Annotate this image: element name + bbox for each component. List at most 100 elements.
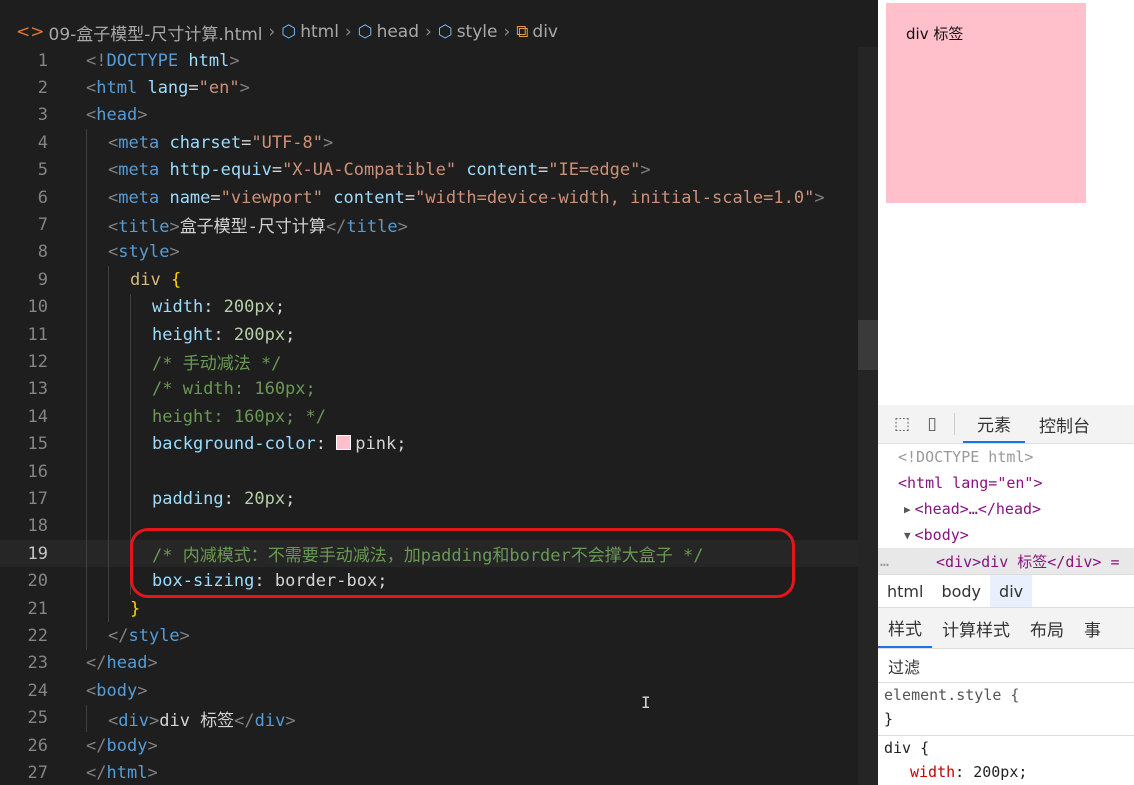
code-line[interactable]: 23 </head> (0, 650, 878, 677)
line-number[interactable]: 10 (0, 297, 48, 317)
line-number[interactable]: 18 (0, 516, 48, 536)
line-number[interactable]: 24 (0, 681, 48, 701)
code-line[interactable]: 9 div { (0, 266, 878, 293)
inspect-element-icon[interactable]: ⬚ (890, 413, 914, 435)
code-token: pink (355, 434, 397, 455)
code-line[interactable]: 1 <!DOCTYPE html> (0, 47, 878, 74)
device-toggle-icon[interactable]: ▯ (920, 413, 944, 435)
crumb-div[interactable]: div (990, 575, 1033, 607)
dom-div[interactable]: … <div>div 标签</div> = (878, 548, 1134, 574)
prop-value[interactable]: 200px; (973, 763, 1027, 781)
line-number[interactable]: 4 (0, 133, 48, 153)
code-line[interactable]: 10 width: 200px; (0, 294, 878, 321)
line-number[interactable]: 13 (0, 379, 48, 399)
line-number[interactable]: 5 (0, 160, 48, 180)
code-token: = (404, 187, 416, 208)
breadcrumb-item-head[interactable]: ⬡ head (358, 22, 419, 42)
style-rules: element.style { } div { width: 200px; (878, 683, 1134, 784)
code-line[interactable]: 24 <body> (0, 677, 878, 704)
code-editor[interactable]: <> 09-盒子模型-尺寸计算.html › ⬡ html › ⬡ head ›… (0, 0, 878, 785)
crumb-body[interactable]: body (932, 575, 990, 607)
line-number[interactable]: 3 (0, 105, 48, 125)
code-token: padding (152, 488, 224, 509)
line-number[interactable]: 9 (0, 270, 48, 290)
tab-layout[interactable]: 布局 (1020, 608, 1074, 648)
code-line[interactable]: 22 </style> (0, 622, 878, 649)
code-line[interactable]: 16 (0, 458, 878, 485)
line-number[interactable]: 23 (0, 653, 48, 673)
rule-div-open[interactable]: div { (878, 735, 1134, 760)
tab-event-listeners[interactable]: 事 (1074, 608, 1111, 648)
tab-styles[interactable]: 样式 (878, 608, 932, 648)
code-line[interactable]: 26 </body> (0, 732, 878, 759)
line-number[interactable]: 7 (0, 215, 48, 235)
dom-html[interactable]: <html lang="en"> (878, 470, 1134, 496)
text-cursor-icon: I (641, 693, 651, 712)
code-token: name (169, 187, 211, 208)
triangle-down-icon[interactable]: ▼ (904, 529, 911, 542)
rule-width[interactable]: width: 200px; (884, 760, 1134, 784)
line-number[interactable]: 27 (0, 763, 48, 783)
styles-filter-input[interactable]: 过滤 (878, 649, 1134, 683)
code-line[interactable]: 27 </html> (0, 759, 878, 785)
code-line[interactable]: 5 <meta http-equiv="X-UA-Compatible" cont… (0, 157, 878, 184)
preview-div-box[interactable]: div 标签 (886, 3, 1086, 203)
chevron-right-icon: › (268, 22, 276, 42)
editor-scrollbar[interactable] (858, 47, 878, 785)
code-line[interactable]: 13 /* width: 160px; (0, 376, 878, 403)
code-line[interactable]: 21} (0, 595, 878, 622)
line-number[interactable]: 15 (0, 434, 48, 454)
line-number[interactable]: 16 (0, 462, 48, 482)
color-swatch-icon[interactable] (336, 435, 352, 451)
code-token: = (537, 160, 549, 181)
code-line[interactable]: 2 <html lang="en"> (0, 74, 878, 101)
line-number[interactable]: 8 (0, 242, 48, 262)
line-number[interactable]: 1 (0, 51, 48, 71)
line-number[interactable]: 26 (0, 736, 48, 756)
code-line[interactable]: 14 height: 160px; */ (0, 403, 878, 430)
tab-elements[interactable]: 元素 (963, 405, 1025, 443)
line-number[interactable]: 6 (0, 188, 48, 208)
code-line[interactable]: 12 /* 手动减法 */ (0, 348, 878, 375)
tab-computed[interactable]: 计算样式 (932, 608, 1020, 648)
code-line[interactable]: 25 <div>div 标签</div> (0, 705, 878, 732)
line-number[interactable]: 12 (0, 352, 48, 372)
line-number[interactable]: 14 (0, 407, 48, 427)
code-line[interactable]: 4 <meta charset="UTF-8"> (0, 129, 878, 156)
dom-tree[interactable]: <!DOCTYPE html> <html lang="en"> ▶ <head>… (878, 444, 1134, 574)
dom-more-icon[interactable]: … (878, 552, 936, 570)
breadcrumb-item-html[interactable]: ⬡ html (281, 22, 339, 42)
code-line[interactable]: 6 <meta name="viewport" content="width=de… (0, 184, 878, 211)
tab-console[interactable]: 控制台 (1025, 405, 1104, 443)
line-number[interactable]: 22 (0, 626, 48, 646)
dom-head[interactable]: ▶ <head>…</head> (878, 496, 1134, 522)
dom-body[interactable]: ▼ <body> (878, 522, 1134, 548)
line-number[interactable]: 2 (0, 78, 48, 98)
breadcrumb-file[interactable]: <> 09-盒子模型-尺寸计算.html (0, 20, 263, 45)
dom-doctype[interactable]: <!DOCTYPE html> (878, 444, 1134, 470)
line-number[interactable]: 17 (0, 489, 48, 509)
code-line[interactable]: 11 height: 200px; (0, 321, 878, 348)
code-line[interactable]: 3 <head> (0, 102, 878, 129)
code-line[interactable]: 15 background-color: pink; (0, 431, 878, 458)
triangle-right-icon[interactable]: ▶ (904, 503, 911, 516)
devtools-tabbar: ⬚ ▯ 元素 控制台 (878, 405, 1134, 444)
line-number[interactable]: 11 (0, 325, 48, 345)
rule-element-style-open[interactable]: element.style { (884, 683, 1134, 707)
code-text: <head> (86, 105, 147, 125)
code-line[interactable]: 8 <style> (0, 239, 878, 266)
code-token: div (254, 710, 286, 731)
crumb-html[interactable]: html (878, 575, 932, 607)
code-token: < (108, 160, 119, 181)
code-line[interactable]: 17 padding: 20px; (0, 485, 878, 512)
line-number[interactable]: 25 (0, 708, 48, 728)
breadcrumb-item-div[interactable]: ⧉ div (516, 22, 558, 42)
scrollbar-thumb[interactable] (858, 320, 878, 370)
line-number[interactable]: 21 (0, 599, 48, 619)
line-number[interactable]: 19 (0, 544, 48, 564)
line-number[interactable]: 20 (0, 571, 48, 591)
dom-doctype-text: <!DOCTYPE html> (898, 448, 1034, 466)
code-line[interactable]: 7 <title>盒子模型-尺寸计算</title> (0, 211, 878, 238)
breadcrumb-item-style[interactable]: ⬡ style (438, 22, 498, 42)
